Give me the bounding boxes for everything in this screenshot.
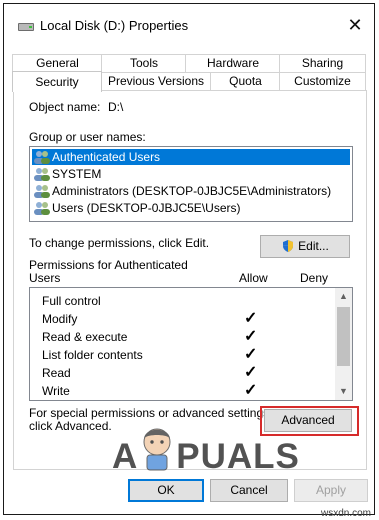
permission-row: List folder contents [42,348,143,362]
allow-column-header: Allow [239,271,268,285]
list-item[interactable]: Administrators (DESKTOP-0JBJC5E\Administ… [32,183,331,199]
advanced-highlight-box [260,406,359,436]
scroll-up-icon[interactable]: ▲ [335,288,352,305]
special-permissions-text-line1: For special permissions or advanced sett… [29,406,273,420]
mascot-icon [143,428,171,471]
permissions-header-line2: Users [29,271,61,285]
ok-button[interactable]: OK [128,479,204,502]
tab-hardware[interactable]: Hardware [185,54,281,72]
permission-row: Full control [42,294,101,308]
tab-security[interactable]: Security [12,71,102,92]
allow-checkmark-icon: ✓ [244,382,258,399]
list-item[interactable]: Authenticated Users [32,149,350,165]
drive-icon [18,23,34,31]
close-icon[interactable]: ✕ [340,12,370,38]
edit-button[interactable]: Edit... [260,235,350,258]
scroll-down-icon[interactable]: ▼ [335,383,352,400]
tab-previous-versions[interactable]: Previous Versions [100,72,212,90]
deny-column-header: Deny [300,271,329,285]
user-name: SYSTEM [52,167,102,181]
edit-button-label: Edit... [298,239,329,253]
object-name-label: Object name: [29,100,101,114]
permission-row: Read & execute [42,330,128,344]
tab-quota[interactable]: Quota [210,72,281,90]
tab-tools[interactable]: Tools [101,54,187,72]
users-group-icon [34,202,50,215]
permissions-list[interactable]: Full control Modify ✓ Read & execute ✓ L… [29,287,353,401]
properties-dialog: Local Disk (D:) Properties ✕ General Too… [3,3,375,515]
group-label: Group or user names: [29,130,146,144]
users-group-icon [34,185,50,198]
users-group-icon [34,168,50,181]
special-permissions-text-line2: click Advanced. [29,419,112,433]
change-permissions-text: To change permissions, click Edit. [29,236,210,250]
permission-row: Write [42,384,70,398]
apply-button[interactable]: Apply [294,479,368,502]
user-name: Users (DESKTOP-0JBJC5E\Users) [52,201,241,215]
list-item[interactable]: Users (DESKTOP-0JBJC5E\Users) [32,200,240,216]
tab-customize[interactable]: Customize [279,72,366,90]
shield-icon [283,240,294,252]
user-list[interactable]: Authenticated Users SYSTEM Administrator… [29,146,353,222]
allow-checkmark-icon: ✓ [244,328,258,345]
title-bar: Local Disk (D:) Properties ✕ [4,4,374,42]
permissions-header-line1: Permissions for Authenticated [29,258,188,272]
object-name-value: D:\ [108,100,124,114]
users-group-icon [34,151,50,164]
watermark-site: wsxdn.com [320,508,371,519]
permission-row: Modify [42,312,78,326]
permissions-scrollbar[interactable]: ▲ ▼ [335,288,352,400]
tab-sharing[interactable]: Sharing [279,54,366,72]
allow-checkmark-icon: ✓ [244,310,258,327]
scroll-thumb[interactable] [337,307,350,366]
user-name: Authenticated Users [52,150,161,164]
user-name: Administrators (DESKTOP-0JBJC5E\Administ… [52,184,332,198]
window-title: Local Disk (D:) Properties [40,18,189,33]
permission-row: Read [42,366,71,380]
tab-general[interactable]: General [12,54,103,72]
list-item[interactable]: SYSTEM [32,166,101,182]
allow-checkmark-icon: ✓ [244,346,258,363]
cancel-button[interactable]: Cancel [210,479,288,502]
allow-checkmark-icon: ✓ [244,364,258,381]
